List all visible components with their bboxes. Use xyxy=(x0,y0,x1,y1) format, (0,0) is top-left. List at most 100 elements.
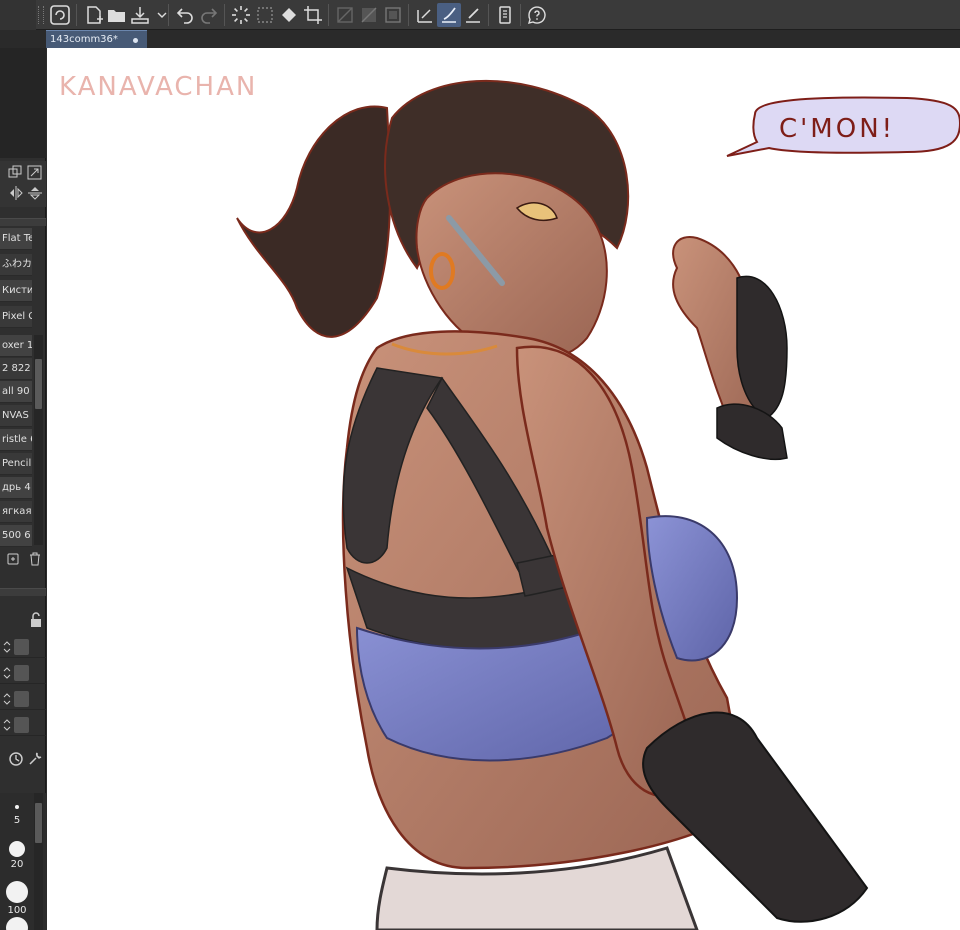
brush-item-label: NVAS xyxy=(2,410,29,421)
brush-item[interactable]: all 90 2 xyxy=(0,381,32,403)
loading-icon[interactable] xyxy=(229,3,253,27)
brush-size-label: 20 xyxy=(10,859,24,870)
toolbar-separator xyxy=(488,4,489,26)
vector-pen-icon[interactable] xyxy=(461,3,485,27)
snap-off-icon[interactable] xyxy=(333,3,357,27)
resize-icon[interactable] xyxy=(27,165,43,181)
brush-item[interactable]: дрь 4 xyxy=(0,477,32,499)
brush-item-label: 500 6 xyxy=(2,530,31,541)
settings-dial-icon[interactable] xyxy=(8,751,23,766)
left-panel: Flat Te ふわカ Кисти Pixel C oxer 1 2 822 a… xyxy=(0,48,46,930)
property-row[interactable] xyxy=(0,688,46,710)
transform-icon[interactable] xyxy=(253,3,277,27)
tool-property-header xyxy=(0,588,46,596)
drawing-canvas[interactable]: KANAVACHAN C'MON! xyxy=(47,48,960,930)
pressure-button[interactable] xyxy=(14,639,29,655)
toolbar-separator xyxy=(76,4,77,26)
brush-size-dot xyxy=(9,841,25,857)
brush-size-scrollbar[interactable] xyxy=(34,793,43,930)
tab-document-label: 143comm36* xyxy=(50,34,118,45)
panel-icon-bar xyxy=(0,161,46,207)
brush-size-next[interactable] xyxy=(2,917,32,930)
brush-list-scrollbar[interactable] xyxy=(34,335,43,545)
brush-item-label: ristle 6 xyxy=(2,434,32,445)
brush-item[interactable]: 500 6 xyxy=(0,525,32,547)
flip-horizontal-icon[interactable] xyxy=(8,185,24,201)
brush-item-label: Pixel C xyxy=(2,311,32,322)
chevron-down-icon[interactable] xyxy=(150,3,167,27)
snap-ruler-icon[interactable] xyxy=(357,3,381,27)
wrench-icon[interactable] xyxy=(27,751,42,765)
property-row[interactable] xyxy=(0,636,46,658)
property-row[interactable] xyxy=(0,662,46,684)
toolbar-separator xyxy=(408,4,409,26)
copy-icon[interactable] xyxy=(8,165,24,181)
undo-icon[interactable] xyxy=(173,3,197,27)
brush-item[interactable]: Pixel C xyxy=(0,306,32,328)
open-folder-icon[interactable] xyxy=(105,3,129,27)
brush-size-100[interactable]: 100 xyxy=(2,881,32,916)
property-row[interactable] xyxy=(0,714,46,736)
crop-icon[interactable] xyxy=(301,3,325,27)
brush-size-20[interactable]: 20 xyxy=(2,841,32,870)
brush-item[interactable]: oxer 1 xyxy=(0,335,32,357)
spinner-icon[interactable] xyxy=(2,692,12,706)
app-logo-icon[interactable] xyxy=(48,3,72,27)
snap-grid-icon[interactable] xyxy=(381,3,405,27)
brush-item-label: Pencil xyxy=(2,458,32,469)
trash-icon[interactable] xyxy=(27,551,41,566)
tablet-icon[interactable] xyxy=(493,3,517,27)
brush-pen-icon[interactable] xyxy=(437,3,461,27)
toolbar-grip[interactable] xyxy=(38,6,44,24)
brush-size-label: 5 xyxy=(13,815,21,826)
scrollbar-thumb[interactable] xyxy=(35,359,42,409)
brush-item[interactable]: Кисти xyxy=(0,280,32,302)
pressure-button[interactable] xyxy=(14,717,29,733)
pressure-button[interactable] xyxy=(14,665,29,681)
flip-vertical-icon[interactable] xyxy=(27,185,43,201)
toolbar-separator xyxy=(520,4,521,26)
redo-icon[interactable] xyxy=(197,3,221,27)
toolbar-separator xyxy=(224,4,225,26)
ruler-pen-icon[interactable] xyxy=(413,3,437,27)
brush-size-label: 100 xyxy=(7,905,27,916)
brush-size-panel: 5 20 100 xyxy=(0,793,46,930)
new-canvas-icon[interactable] xyxy=(82,3,106,27)
brush-item[interactable]: ristle 6 xyxy=(0,429,32,451)
brush-item-label: Flat Te xyxy=(2,233,32,244)
brush-item[interactable]: ふわカ xyxy=(0,254,32,276)
brush-item-label: дрь 4 xyxy=(2,482,31,493)
brush-size-dot xyxy=(6,917,28,930)
unsaved-dot-icon[interactable] xyxy=(133,38,138,43)
watermark: KANAVACHAN xyxy=(59,72,258,102)
toolbar-separator xyxy=(328,4,329,26)
help-icon[interactable] xyxy=(525,3,549,27)
brush-item-label: oxer 1 xyxy=(2,340,32,351)
fill-icon[interactable] xyxy=(277,3,301,27)
spinner-icon[interactable] xyxy=(2,666,12,680)
toolbar-separator xyxy=(168,4,169,26)
main-toolbar xyxy=(0,0,960,30)
brush-item-label: ふわカ xyxy=(2,259,32,270)
brush-item[interactable]: Pencil xyxy=(0,453,32,475)
brush-size-5[interactable]: 5 xyxy=(2,805,32,826)
spinner-icon[interactable] xyxy=(2,718,12,732)
brush-item[interactable]: NVAS xyxy=(0,405,32,427)
artwork xyxy=(236,79,960,930)
wrist-strap xyxy=(716,403,788,460)
brush-panel-header xyxy=(0,218,46,226)
speech-bubble-text: C'MON! xyxy=(779,114,896,144)
spinner-icon[interactable] xyxy=(2,640,12,654)
panel-top-area xyxy=(0,48,46,158)
tab-document[interactable]: 143comm36* xyxy=(46,30,147,48)
duplicate-brush-icon[interactable] xyxy=(6,551,20,565)
brush-item[interactable]: 2 822 xyxy=(0,358,32,380)
save-icon[interactable] xyxy=(128,3,152,27)
lock-icon[interactable] xyxy=(28,612,41,627)
brush-item[interactable]: ягкая xyxy=(0,501,32,523)
brush-item[interactable]: Flat Te xyxy=(0,228,32,250)
brush-size-dot xyxy=(15,805,19,809)
scrollbar-thumb[interactable] xyxy=(35,803,42,843)
pressure-button[interactable] xyxy=(14,691,29,707)
document-tab-bar: 143comm36* xyxy=(0,30,960,72)
